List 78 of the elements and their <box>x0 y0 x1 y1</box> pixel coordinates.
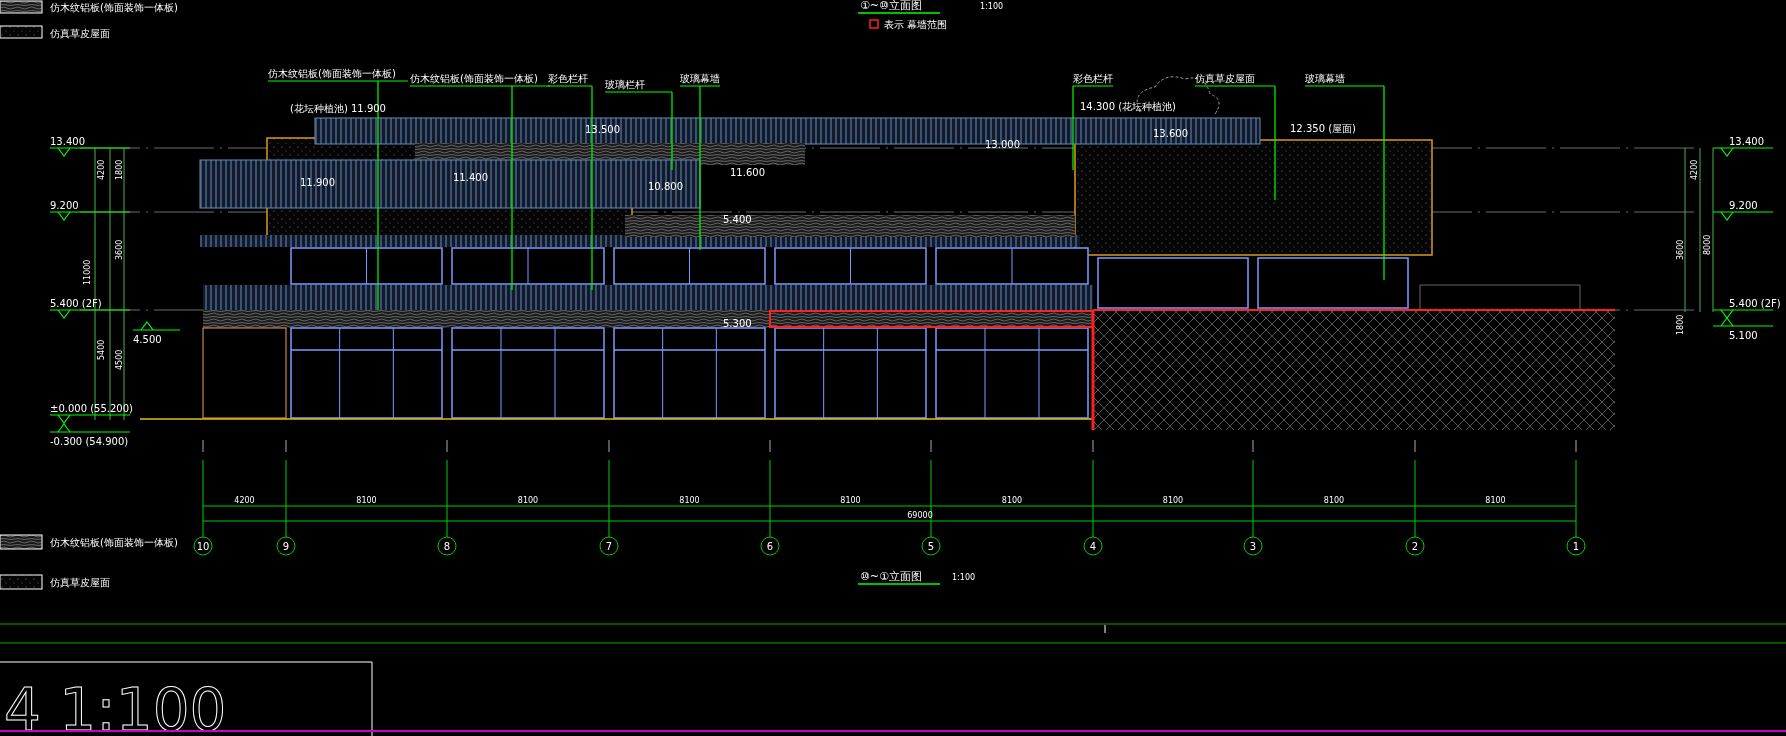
axis-number: 10 <box>196 541 210 552</box>
legend-label: 仿木纹铝板(饰面装饰一体板) <box>50 537 178 548</box>
scale-text: 1:100 <box>952 573 976 582</box>
dimension-text: 4200 <box>97 159 106 180</box>
level-marker <box>1712 147 1774 157</box>
dimension-text: 8100 <box>1323 496 1345 505</box>
axis-number: 5 <box>927 541 935 552</box>
elevation-label: 13.400 <box>50 136 85 147</box>
elevation-label: 5.300 <box>723 318 752 329</box>
callout-label: 仿真草皮屋面 <box>1195 73 1255 84</box>
legend-swatch <box>0 534 43 550</box>
axis-number: 9 <box>282 541 290 552</box>
level-marker <box>1712 211 1774 221</box>
elevation-label: 11.400 <box>453 172 488 183</box>
legend-label: 仿木纹铝板(饰面装饰一体板) <box>50 2 178 13</box>
scale-text: 1:100 <box>980 2 1004 11</box>
level-marker <box>1712 309 1774 319</box>
callout-label: 彩色栏杆 <box>548 73 588 84</box>
level-marker <box>132 321 181 331</box>
axis-number: 8 <box>443 541 451 552</box>
callout-label: 玻璃幕墙 <box>680 73 720 84</box>
callout-label: 仿木纹铝板(饰面装饰一体板) <box>410 73 538 84</box>
dimension-text: 8000 <box>1703 234 1712 255</box>
callout-label: 玻璃幕墙 <box>1305 73 1345 84</box>
axis-number: 6 <box>766 541 774 552</box>
dimension-text: 8100 <box>1001 496 1023 505</box>
callout-label: 彩色栏杆 <box>1073 73 1113 84</box>
legend-note: 表示 幕墙范围 <box>884 19 948 30</box>
dimension-text: 1800 <box>115 159 124 180</box>
elevation-label: ±0.000 (55.200) <box>50 403 133 414</box>
elevation-label: 5.400 (2F) <box>50 298 102 309</box>
axis-number: 2 <box>1411 541 1419 552</box>
elevation-label: 9.200 <box>50 200 79 211</box>
dimension-text: 5400 <box>97 339 106 360</box>
axis-number: 4 <box>1089 541 1097 552</box>
callout-label: 仿木纹铝板(饰面装饰一体板) <box>268 68 396 79</box>
axis-number: 7 <box>605 541 613 552</box>
elevation-label: 5.400 (2F) <box>1729 298 1781 309</box>
elevation-label: 11.900 <box>300 177 335 188</box>
elevation-label: 14.300 (花坛种植池) <box>1080 101 1176 112</box>
elevation-label: 5.100 <box>1729 330 1758 341</box>
dimension-text: 8100 <box>840 496 861 505</box>
dimension-text: 8100 <box>517 496 539 505</box>
legend-swatch <box>0 0 43 14</box>
dimension-text: 69000 <box>907 511 933 520</box>
drawing-title: ⑩~①立面图 <box>860 570 922 583</box>
elevation-label: 13.000 <box>985 139 1020 150</box>
elevation-label: 13.400 <box>1729 136 1764 147</box>
legend-label: 仿真草皮屋面 <box>50 28 110 39</box>
marker-square-icon <box>869 19 879 29</box>
callout-label: 玻璃栏杆 <box>605 79 645 90</box>
legend-swatch <box>0 25 43 39</box>
dimension-text: 8100 <box>1485 496 1506 505</box>
dimension-text: 3600 <box>1676 239 1685 260</box>
elevation-label: 10.800 <box>648 181 683 192</box>
elevation-label: 13.600 <box>1153 128 1188 139</box>
dimension-text: 1800 <box>1676 314 1685 335</box>
dimension-text: 8100 <box>1162 496 1184 505</box>
drawing-title: ①~⑩立面图 <box>860 0 922 12</box>
dimension-text: 4200 <box>1690 159 1699 180</box>
elevation-label: -0.300 (54.900) <box>50 436 129 447</box>
dimension-text: 4200 <box>234 496 255 505</box>
elevation-label: 11.600 <box>730 167 765 178</box>
frame-scale-text: 4 1:100 <box>4 676 227 736</box>
elevation-label: 5.400 <box>723 214 752 225</box>
legend-swatch <box>0 574 43 590</box>
axis-number: 1 <box>1572 541 1580 552</box>
dimension-text: 8100 <box>679 496 700 505</box>
elevation-label: 12.350 (屋面) <box>1290 123 1356 134</box>
elevation-label: 4.500 <box>133 334 162 345</box>
dimension-text: 3600 <box>115 239 124 260</box>
axis-number: 3 <box>1249 541 1257 552</box>
elevation-label: 9.200 <box>1729 200 1758 211</box>
dimension-text: 8100 <box>356 496 377 505</box>
legend-label: 仿真草皮屋面 <box>50 577 110 588</box>
dimension-text: 11000 <box>83 259 92 285</box>
dimension-text: 4500 <box>115 349 124 370</box>
level-marker <box>1712 317 1774 327</box>
